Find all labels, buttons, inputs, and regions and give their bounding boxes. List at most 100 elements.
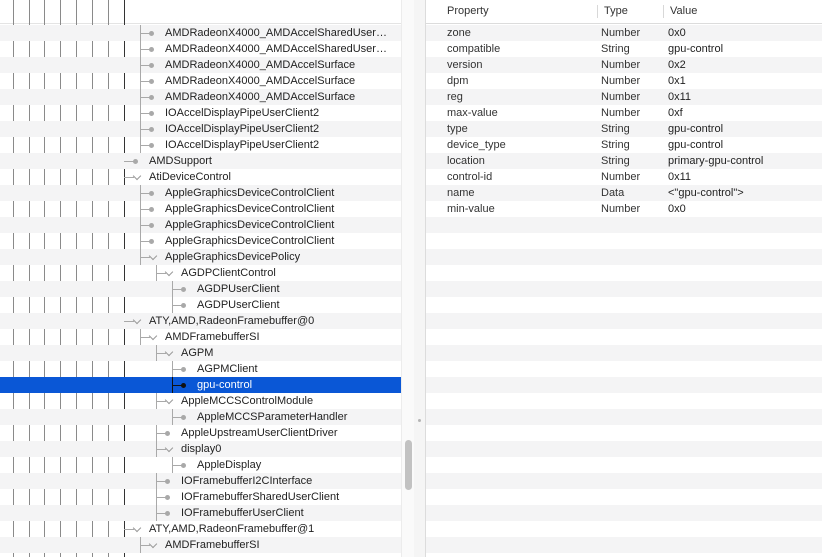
property-row[interactable]: location String primary-gpu-control bbox=[426, 153, 822, 169]
tree-row-label: AppleUpstreamUserClientDriver bbox=[181, 427, 338, 439]
disclosure-chevron-icon[interactable] bbox=[132, 171, 142, 181]
property-type: Number bbox=[601, 171, 641, 183]
tree-row[interactable]: IOAccelDisplayPipeUserClient2 bbox=[0, 105, 401, 121]
property-value: 0x0 bbox=[668, 203, 686, 215]
empty-row bbox=[426, 473, 822, 489]
tree-connector bbox=[156, 425, 157, 441]
leaf-node-icon bbox=[149, 207, 154, 212]
tree-connector bbox=[140, 137, 141, 153]
property-row[interactable]: name Data <"gpu-control"> bbox=[426, 185, 822, 201]
property-row[interactable]: max-value Number 0xf bbox=[426, 105, 822, 121]
disclosure-chevron-icon[interactable] bbox=[132, 315, 142, 325]
tree-row[interactable]: AppleGraphicsDevicePolicy bbox=[0, 249, 401, 265]
tree-row[interactable]: ATY,AMD,RadeonFramebuffer@0 bbox=[0, 313, 401, 329]
tree-row-label: display0 bbox=[181, 443, 222, 455]
tree-connector bbox=[156, 265, 157, 281]
tree-row[interactable]: IOFramebufferSharedUserClient bbox=[0, 489, 401, 505]
leaf-node-icon bbox=[149, 239, 154, 244]
tree-row-label: IOAccelDisplayPipeUserClient2 bbox=[165, 123, 320, 135]
property-value: primary-gpu-control bbox=[668, 155, 764, 167]
disclosure-chevron-icon[interactable] bbox=[148, 251, 158, 261]
tree-row[interactable]: AppleGraphicsDeviceControlClient bbox=[0, 217, 401, 233]
disclosure-chevron-icon[interactable] bbox=[164, 443, 174, 453]
column-header-property[interactable]: Property bbox=[447, 0, 489, 23]
tree-row[interactable]: IOAccelDisplayPipeUserClient2 bbox=[0, 137, 401, 153]
tree-row[interactable]: IOFramebufferI2CInterface bbox=[0, 473, 401, 489]
tree-row[interactable]: AMDRadeonX4000_AMDAccelSharedUser… bbox=[0, 25, 401, 41]
property-value: gpu-control bbox=[668, 139, 724, 151]
property-type: Number bbox=[601, 107, 641, 119]
property-type: String bbox=[601, 123, 630, 135]
tree-row[interactable]: AMDRadeonX4000_AMDAccelSurface bbox=[0, 89, 401, 105]
property-row[interactable]: zone Number 0x0 bbox=[426, 25, 822, 41]
tree-row-label: IOFramebufferUserClient bbox=[181, 507, 304, 519]
disclosure-chevron-icon[interactable] bbox=[164, 267, 174, 277]
tree-row[interactable]: AMDFramebufferSI bbox=[0, 329, 401, 345]
property-row[interactable]: control-id Number 0x11 bbox=[426, 169, 822, 185]
tree-row[interactable]: AMDFramebufferSI bbox=[0, 537, 401, 553]
tree-row[interactable]: AMDRadeonX4000_AMDAccelSharedUser… bbox=[0, 41, 401, 57]
tree-row[interactable]: AppleMCCSParameterHandler bbox=[0, 409, 401, 425]
property-name: type bbox=[447, 123, 468, 135]
leaf-node-icon bbox=[181, 383, 186, 388]
disclosure-chevron-icon[interactable] bbox=[148, 539, 158, 549]
tree-row-label: ATY,AMD,RadeonFramebuffer@1 bbox=[149, 523, 315, 535]
property-row[interactable]: version Number 0x2 bbox=[426, 57, 822, 73]
property-row[interactable]: type String gpu-control bbox=[426, 121, 822, 137]
tree-row[interactable]: AppleUpstreamUserClientDriver bbox=[0, 425, 401, 441]
tree-row[interactable]: AppleGraphicsDeviceControlClient bbox=[0, 185, 401, 201]
property-name: reg bbox=[447, 91, 463, 103]
disclosure-chevron-icon[interactable] bbox=[164, 347, 174, 357]
property-row[interactable]: min-value Number 0x0 bbox=[426, 201, 822, 217]
tree-scrollbar[interactable] bbox=[401, 0, 414, 557]
column-separator[interactable] bbox=[597, 5, 598, 18]
tree-row[interactable]: AGDPClientControl bbox=[0, 265, 401, 281]
tree-row-label: IOFramebufferSharedUserClient bbox=[181, 491, 340, 503]
tree-row[interactable]: AGDPUserClient bbox=[0, 281, 401, 297]
tree-row[interactable]: AGPM bbox=[0, 345, 401, 361]
tree-row[interactable]: IOAccelDisplayPipeUserClient2 bbox=[0, 121, 401, 137]
tree-scroll-thumb[interactable] bbox=[405, 440, 412, 490]
tree-row[interactable]: AppleMCCSControlModule bbox=[0, 393, 401, 409]
disclosure-chevron-icon[interactable] bbox=[148, 331, 158, 341]
property-type: Number bbox=[601, 59, 641, 71]
column-separator[interactable] bbox=[663, 5, 664, 18]
disclosure-chevron-icon[interactable] bbox=[164, 395, 174, 405]
leaf-node-icon bbox=[149, 63, 154, 68]
tree-connector bbox=[140, 121, 141, 137]
property-row[interactable]: reg Number 0x11 bbox=[426, 89, 822, 105]
property-name: min-value bbox=[447, 203, 495, 215]
tree-row[interactable]: AMDRadeonX4000_AMDAccelSurface bbox=[0, 57, 401, 73]
tree-row[interactable]: AppleGraphicsDeviceControlClient bbox=[0, 233, 401, 249]
column-header-type[interactable]: Type bbox=[604, 0, 628, 23]
properties-header: Property Type Value bbox=[426, 0, 822, 24]
tree-row[interactable]: IOFramebufferUserClient bbox=[0, 505, 401, 521]
leaf-node-icon bbox=[149, 79, 154, 84]
tree-row[interactable]: AMDSupport bbox=[0, 153, 401, 169]
property-value: 0x11 bbox=[668, 91, 692, 103]
leaf-node-icon bbox=[149, 31, 154, 36]
empty-row bbox=[426, 409, 822, 425]
tree-row[interactable]: AtiDeviceControl bbox=[0, 169, 401, 185]
tree-connector bbox=[140, 257, 150, 258]
tree-row-label: ATY,AMD,RadeonFramebuffer@0 bbox=[149, 315, 315, 327]
leaf-node-icon bbox=[165, 495, 170, 500]
tree-row[interactable]: AGPMClient bbox=[0, 361, 401, 377]
disclosure-chevron-icon[interactable] bbox=[132, 523, 142, 533]
tree-row-label: AMDRadeonX4000_AMDAccelSurface bbox=[165, 75, 356, 87]
tree-row[interactable]: AGDPUserClient bbox=[0, 297, 401, 313]
leaf-node-icon bbox=[181, 463, 186, 468]
property-row[interactable]: dpm Number 0x1 bbox=[426, 73, 822, 89]
tree-row[interactable]: AMDRadeonX4000_AMDAccelSurface bbox=[0, 73, 401, 89]
tree-row[interactable]: AppleDisplay bbox=[0, 457, 401, 473]
split-view-divider[interactable] bbox=[414, 0, 426, 557]
tree-row[interactable]: AppleGraphicsDeviceControlClient bbox=[0, 201, 401, 217]
tree-row[interactable]: gpu-control bbox=[0, 377, 401, 393]
tree-row[interactable]: ATY,AMD,RadeonFramebuffer@1 bbox=[0, 521, 401, 537]
tree-row[interactable]: display0 bbox=[0, 441, 401, 457]
property-row[interactable]: compatible String gpu-control bbox=[426, 41, 822, 57]
property-row[interactable]: device_type String gpu-control bbox=[426, 137, 822, 153]
tree-row-label: AGPM bbox=[181, 347, 214, 359]
column-header-value[interactable]: Value bbox=[670, 0, 697, 23]
leaf-node-icon bbox=[181, 303, 186, 308]
